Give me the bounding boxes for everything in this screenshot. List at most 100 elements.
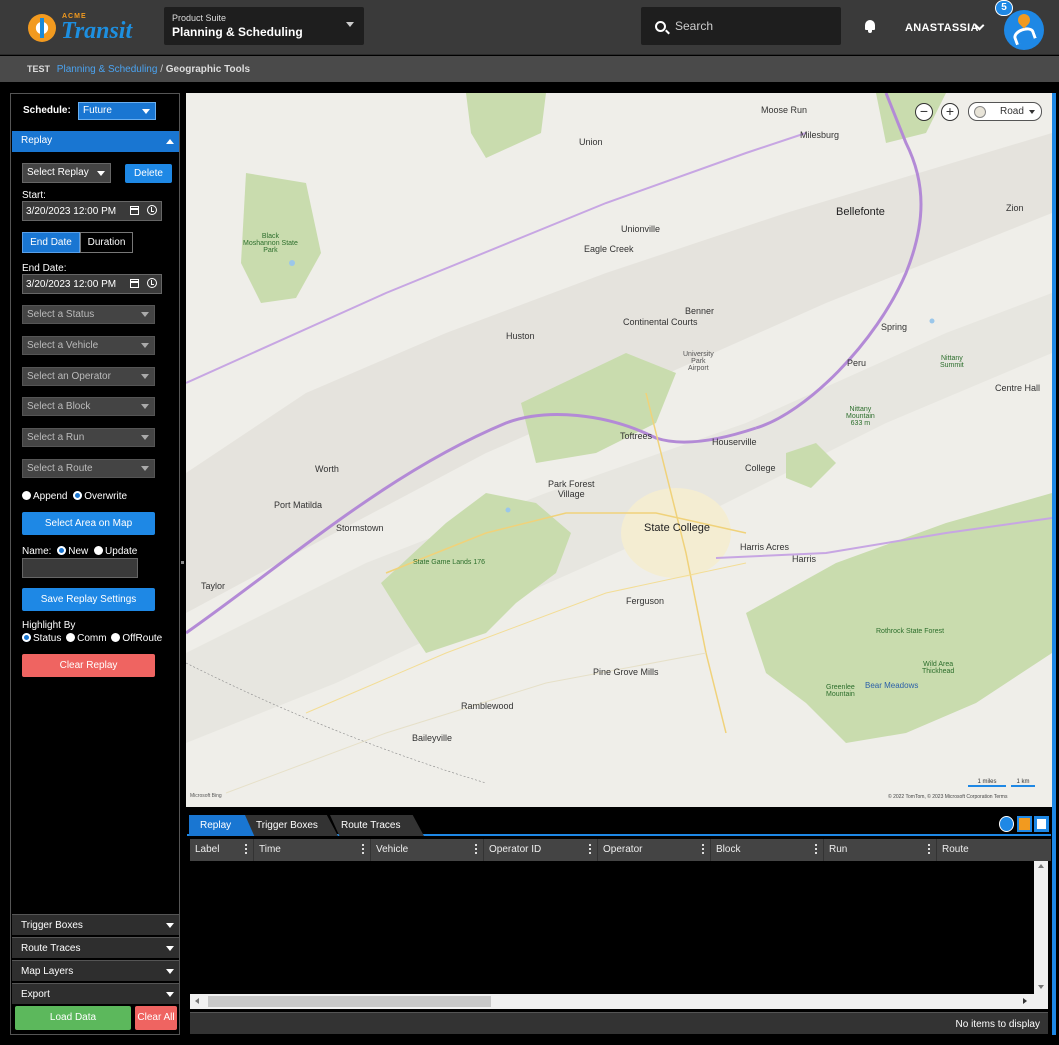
- scroll-up-icon[interactable]: [1038, 864, 1044, 868]
- select-replay-dropdown[interactable]: Select Replay: [22, 163, 111, 183]
- clock-icon[interactable]: [147, 205, 157, 215]
- status-radio[interactable]: [22, 633, 31, 642]
- column-header-vehicle[interactable]: Vehicle: [371, 839, 484, 861]
- start-date-value: 3/20/2023 12:00 PM: [26, 206, 117, 217]
- tab-route-traces[interactable]: Route Traces: [330, 815, 424, 836]
- column-menu-icon[interactable]: [928, 844, 930, 854]
- calendar-icon[interactable]: [130, 206, 139, 215]
- scroll-left-icon[interactable]: [195, 998, 199, 1004]
- overwrite-label: Overwrite: [84, 491, 128, 502]
- map-label-toftrees: Toftrees: [620, 431, 653, 441]
- schedule-select[interactable]: Future: [78, 102, 156, 120]
- caret-down-icon: [141, 466, 149, 471]
- trigger-boxes-section[interactable]: Trigger Boxes: [12, 914, 179, 935]
- column-run-text: Run: [829, 844, 848, 855]
- replay-section-header[interactable]: Replay: [12, 131, 179, 152]
- block-filter-select[interactable]: Select a Block: [22, 397, 155, 416]
- product-suite-selector[interactable]: Product Suite Planning & Scheduling: [164, 7, 364, 45]
- user-menu-name[interactable]: ANASTASSIA: [905, 22, 979, 34]
- select-replay-value: Select Replay: [27, 167, 89, 178]
- search-input[interactable]: [675, 18, 825, 34]
- play-icon[interactable]: [999, 816, 1014, 832]
- scrollbar-thumb[interactable]: [208, 996, 491, 1007]
- run-filter-select[interactable]: Select a Run: [22, 428, 155, 447]
- replay-name-input[interactable]: [22, 558, 138, 578]
- scroll-right-icon[interactable]: [1023, 998, 1027, 1004]
- acme-transit-logo[interactable]: ACME Transit: [28, 12, 140, 44]
- route-filter-select[interactable]: Select a Route: [22, 459, 155, 478]
- grid-horizontal-scrollbar[interactable]: [190, 994, 1034, 1009]
- map-canvas[interactable]: Moose Run Milesburg Union Bellefonte Zio…: [186, 93, 1052, 807]
- tab-end-date[interactable]: End Date: [22, 232, 80, 253]
- transit-app-icon[interactable]: [1004, 10, 1044, 50]
- splitter-grip-icon[interactable]: [181, 561, 184, 564]
- map-label-taylor: Taylor: [201, 581, 226, 591]
- append-radio[interactable]: [22, 491, 31, 500]
- breadcrumb-link-planning[interactable]: Planning & Scheduling: [57, 64, 158, 75]
- map-pin-icon: [1015, 11, 1033, 29]
- map-style-value: Road: [1000, 106, 1024, 117]
- calendar-icon[interactable]: [130, 279, 139, 288]
- caret-down-icon: [166, 969, 174, 974]
- column-menu-icon[interactable]: [815, 844, 817, 854]
- overwrite-radio[interactable]: [73, 491, 83, 500]
- start-date-field[interactable]: 3/20/2023 12:00 PM: [22, 201, 162, 221]
- map-attribution[interactable]: © 2022 TomTom, © 2023 Microsoft Corporat…: [888, 794, 1007, 800]
- comm-radio[interactable]: [66, 633, 76, 642]
- vehicle-filter-select[interactable]: Select a Vehicle: [22, 336, 155, 355]
- column-header-operator[interactable]: Operator: [598, 839, 711, 861]
- column-menu-icon[interactable]: [589, 844, 591, 854]
- map-label-baileyville: Baileyville: [412, 733, 453, 743]
- load-data-button[interactable]: Load Data: [15, 1006, 131, 1030]
- save-replay-settings-button[interactable]: Save Replay Settings: [22, 588, 155, 611]
- operator-filter-select[interactable]: Select an Operator: [22, 367, 155, 386]
- road-style-icon: [974, 106, 986, 118]
- scroll-down-icon[interactable]: [1038, 985, 1044, 989]
- grid-vertical-scrollbar[interactable]: [1034, 861, 1048, 994]
- map-layers-section[interactable]: Map Layers: [12, 960, 179, 981]
- schedule-label: Schedule:: [23, 105, 71, 116]
- clear-all-button[interactable]: Clear All: [135, 1006, 177, 1030]
- end-date-field[interactable]: 3/20/2023 12:00 PM: [22, 274, 162, 294]
- offroute-radio[interactable]: [111, 633, 121, 642]
- tab-replay[interactable]: Replay: [189, 815, 255, 836]
- route-traces-section[interactable]: Route Traces: [12, 937, 179, 958]
- map-label-college: College: [745, 463, 776, 473]
- caret-down-icon: [141, 312, 149, 317]
- bell-icon[interactable]: [864, 20, 876, 33]
- column-menu-icon[interactable]: [475, 844, 477, 854]
- save-icon[interactable]: [1034, 816, 1049, 832]
- select-area-on-map-button[interactable]: Select Area on Map: [22, 512, 155, 535]
- scale-bar-miles: 1 miles: [968, 779, 1006, 787]
- clear-replay-button[interactable]: Clear Replay: [22, 654, 155, 677]
- caret-down-icon: [97, 171, 105, 176]
- status-filter-select[interactable]: Select a Status: [22, 305, 155, 324]
- export-section[interactable]: Export: [12, 983, 179, 1004]
- column-menu-icon[interactable]: [362, 844, 364, 854]
- map-label-moose-run: Moose Run: [761, 105, 808, 115]
- column-menu-icon[interactable]: [245, 844, 247, 854]
- tab-trigger-boxes[interactable]: Trigger Boxes: [245, 815, 338, 836]
- caret-down-icon: [141, 404, 149, 409]
- column-header-block[interactable]: Block: [711, 839, 824, 861]
- column-header-operator-id[interactable]: Operator ID: [484, 839, 598, 861]
- delete-replay-button[interactable]: Delete: [125, 164, 172, 183]
- grid-body: [190, 861, 1034, 994]
- caret-down-icon: [166, 992, 174, 997]
- column-menu-icon[interactable]: [702, 844, 704, 854]
- clock-icon[interactable]: [147, 278, 157, 288]
- zoom-out-button[interactable]: −: [915, 103, 933, 121]
- column-header-time[interactable]: Time: [254, 839, 371, 861]
- column-header-run[interactable]: Run: [824, 839, 937, 861]
- save-as-icon[interactable]: [1017, 816, 1032, 832]
- column-header-route[interactable]: Route: [937, 839, 1033, 861]
- tab-duration[interactable]: Duration: [80, 232, 133, 253]
- map-layers-title: Map Layers: [21, 966, 74, 977]
- zoom-in-button[interactable]: +: [941, 103, 959, 121]
- column-header-label[interactable]: Label: [190, 839, 254, 861]
- update-radio[interactable]: [94, 546, 104, 555]
- map-label-university-park-airport: University Park Airport: [683, 351, 714, 372]
- map-style-select[interactable]: Road: [968, 102, 1042, 121]
- new-radio[interactable]: [57, 546, 67, 555]
- grid-empty-message: No items to display: [955, 1019, 1040, 1030]
